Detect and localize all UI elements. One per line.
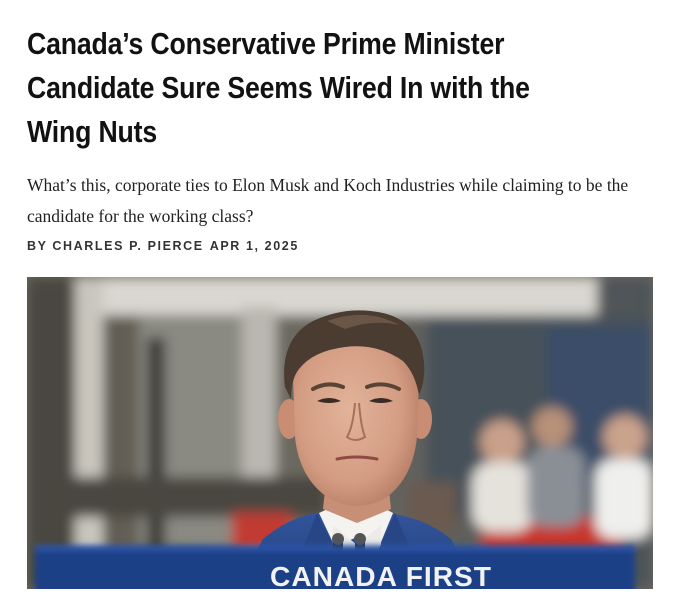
article-byline: BY CHARLES P. PIERCE APR 1, 2025 <box>27 239 299 253</box>
article-photo: CANADA FIRST <box>27 277 653 589</box>
photo-illustration: CANADA FIRST <box>27 277 653 589</box>
publish-date: APR 1, 2025 <box>209 239 299 253</box>
article-headline: Canada’s Conservative Prime Minister Can… <box>27 26 530 149</box>
author-name: BY CHARLES P. PIERCE <box>27 239 204 253</box>
article-dek: What’s this, corporate ties to Elon Musk… <box>27 175 629 226</box>
podium-sign-text: CANADA FIRST <box>270 561 492 589</box>
